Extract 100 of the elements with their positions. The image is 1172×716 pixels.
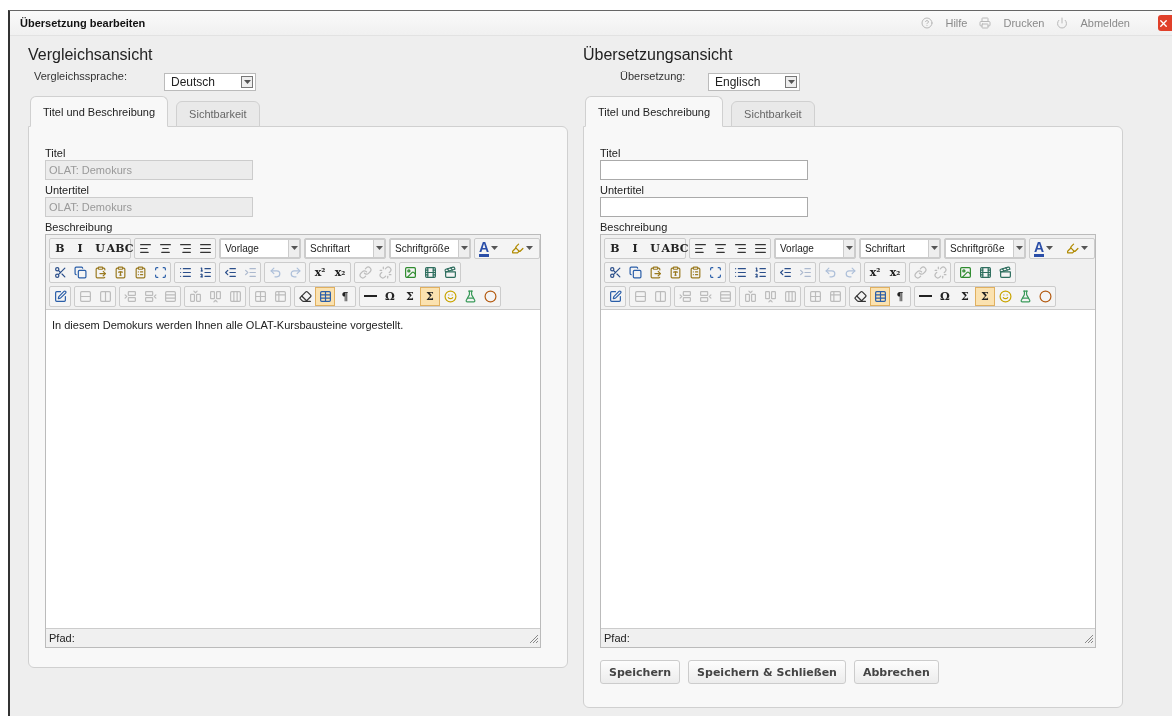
link-icon <box>913 265 927 279</box>
align-center-icon <box>158 241 172 255</box>
undo-icon <box>823 265 837 279</box>
ball-icon <box>1038 289 1052 303</box>
caret-icon <box>787 80 795 84</box>
align-justify-icon <box>753 241 767 255</box>
flask-icon <box>1018 289 1032 303</box>
unlink-icon <box>933 265 947 279</box>
table-icon <box>873 289 887 303</box>
action-button[interactable]: Abbrechen <box>853 660 939 684</box>
image-icon <box>403 265 417 279</box>
film-icon <box>423 265 437 279</box>
toolbar-button[interactable]: B <box>50 238 70 258</box>
table-column-icon <box>208 289 222 303</box>
table-column-icon <box>98 289 112 303</box>
eraser-icon <box>853 289 867 303</box>
select-all-icon <box>708 265 722 279</box>
field-label: Beschreibung <box>600 221 669 233</box>
caret-icon <box>1015 246 1023 250</box>
bullet-list-icon <box>178 265 192 279</box>
caret-icon <box>243 80 251 84</box>
table-cell-icon <box>808 289 822 303</box>
toolbar-button[interactable]: Ω <box>380 286 400 306</box>
bullet-list-icon <box>733 265 747 279</box>
image-icon <box>958 265 972 279</box>
language-select[interactable]: Deutsch <box>164 73 256 91</box>
toolbar-button[interactable]: ¶ <box>335 286 355 306</box>
action-button[interactable]: Speichern & Schließen <box>688 660 846 684</box>
table-row-icon <box>678 289 692 303</box>
clipboard-icon <box>688 265 702 279</box>
table-row-icon <box>143 289 157 303</box>
select-all-icon <box>153 265 167 279</box>
resize-handle-icon[interactable] <box>529 633 538 643</box>
toolbar-button[interactable]: Σ <box>420 286 440 306</box>
table-column-icon <box>783 289 797 303</box>
paste-icon <box>648 265 662 279</box>
toolbar-dropdown[interactable]: Schriftgröße <box>945 238 1025 258</box>
table-row-icon <box>633 289 647 303</box>
caret-icon <box>460 246 468 250</box>
caret-icon <box>845 246 853 250</box>
toolbar-dropdown[interactable]: Schriftgröße <box>390 238 470 258</box>
indent-icon <box>798 265 812 279</box>
toolbar-button[interactable]: I <box>70 238 90 258</box>
toolbar-button[interactable]: Ω <box>935 286 955 306</box>
smiley-icon <box>998 289 1012 303</box>
toolbar-button[interactable]: Σ <box>955 286 975 306</box>
toolbar-dropdown[interactable]: Vorlage <box>775 238 855 258</box>
tab[interactable]: Titel und Beschreibung <box>585 96 724 127</box>
film-icon <box>978 265 992 279</box>
toolbar-button[interactable]: I <box>625 238 645 258</box>
table-row-icon <box>698 289 712 303</box>
table-column-icon <box>188 289 202 303</box>
toolbar-button[interactable]: B <box>605 238 625 258</box>
text-input[interactable] <box>600 160 808 180</box>
path-label: Pfad: <box>49 632 75 644</box>
toolbar-dropdown[interactable]: Schriftart <box>305 238 385 258</box>
tab[interactable]: Sichtbarkeit <box>731 101 815 127</box>
copy-icon <box>628 265 642 279</box>
caret-icon <box>526 246 533 250</box>
table-icon <box>318 289 332 303</box>
editor-text: In diesem Demokurs werden Ihnen alle OLAT-Kursbausteine vorgestellt. <box>52 319 404 331</box>
language-select[interactable]: Englisch <box>708 73 800 91</box>
table-row-icon <box>718 289 732 303</box>
editor-content-area[interactable]: In diesem Demokurs werden Ihnen alle OLAT-Kursbausteine vorgestellt. <box>46 309 540 629</box>
tab[interactable]: Titel und Beschreibung <box>30 96 169 127</box>
smiley-icon <box>443 289 457 303</box>
section-heading: Übersetzungsansicht <box>583 46 734 64</box>
link-icon <box>358 265 372 279</box>
toolbar-button[interactable]: Σ <box>400 286 420 306</box>
dialog-title: Übersetzung bearbeiten <box>20 17 146 29</box>
unlink-icon <box>378 265 392 279</box>
text-color-button[interactable]: A <box>1030 238 1062 258</box>
align-justify-icon <box>198 241 212 255</box>
tab[interactable]: Sichtbarkeit <box>176 101 260 127</box>
close-button[interactable] <box>1158 15 1172 31</box>
toolbar-dropdown[interactable]: Schriftart <box>860 238 940 258</box>
table-cell-icon <box>253 289 267 303</box>
cut-icon <box>53 265 67 279</box>
action-button[interactable]: Speichern <box>600 660 681 684</box>
paste-text-icon <box>668 265 682 279</box>
caret-icon <box>1046 246 1054 250</box>
section-heading: Vergleichsansicht <box>28 46 154 64</box>
text-color-button[interactable]: A <box>475 238 507 258</box>
align-center-icon <box>713 241 727 255</box>
highlighter-icon <box>511 241 524 255</box>
field-label: Untertitel <box>600 184 646 196</box>
toolbar-button[interactable]: ¶ <box>890 286 910 306</box>
indent-icon <box>243 265 257 279</box>
field-label: Beschreibung <box>45 221 114 233</box>
text-input[interactable] <box>600 197 808 217</box>
undo-icon <box>268 265 282 279</box>
toolbar-dropdown[interactable]: Vorlage <box>220 238 300 258</box>
resize-handle-icon[interactable] <box>1084 633 1093 643</box>
toolbar-button[interactable]: Σ <box>975 286 995 306</box>
clipboard-icon <box>133 265 147 279</box>
table-column-icon <box>763 289 777 303</box>
help-icon <box>921 17 934 29</box>
table-column-icon <box>228 289 242 303</box>
numbered-list-icon <box>198 265 212 279</box>
table-row-icon <box>78 289 92 303</box>
